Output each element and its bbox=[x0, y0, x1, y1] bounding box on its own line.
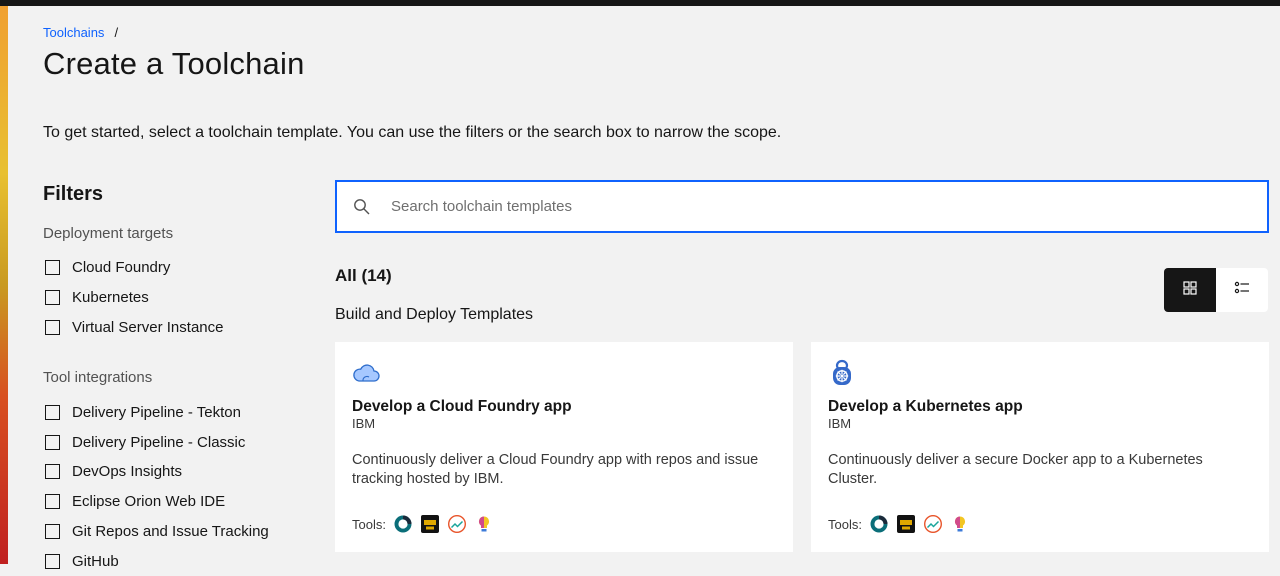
orion-ide-icon bbox=[420, 514, 440, 534]
left-edge-strip bbox=[0, 6, 8, 564]
card-tools: Tools: bbox=[352, 514, 494, 534]
filters-panel: Filters Deployment targets Cloud Foundry… bbox=[43, 183, 303, 576]
card-provider: IBM bbox=[828, 416, 852, 431]
page-intro: To get started, select a toolchain templ… bbox=[43, 124, 782, 141]
grid-view-icon bbox=[1182, 280, 1198, 301]
orion-ide-icon bbox=[896, 514, 916, 534]
filter-virtual-server-instance[interactable]: Virtual Server Instance bbox=[43, 313, 303, 343]
view-toggle bbox=[1164, 268, 1268, 312]
card-title[interactable]: Develop a Cloud Foundry app bbox=[352, 398, 572, 416]
kubernetes-icon bbox=[828, 359, 856, 387]
filters-heading: Filters bbox=[43, 183, 104, 205]
grid-view-button[interactable] bbox=[1164, 268, 1216, 312]
search-icon bbox=[353, 198, 371, 216]
filter-git-repos-issue-tracking[interactable]: Git Repos and Issue Tracking bbox=[43, 517, 303, 547]
tools-label: Tools: bbox=[828, 516, 862, 532]
card-provider: IBM bbox=[352, 416, 376, 431]
delivery-pipeline-icon bbox=[447, 514, 467, 534]
breadcrumb-toolchains-link[interactable]: Toolchains bbox=[43, 25, 104, 40]
filter-label: DevOps Insights bbox=[72, 463, 183, 481]
filter-eclipse-orion-web-ide[interactable]: Eclipse Orion Web IDE bbox=[43, 487, 303, 517]
tools-label: Tools: bbox=[352, 516, 386, 532]
breadcrumb-separator: / bbox=[114, 25, 119, 40]
card-title[interactable]: Develop a Kubernetes app bbox=[828, 398, 1023, 416]
cloud-foundry-checkbox[interactable] bbox=[45, 260, 60, 276]
filter-label: Delivery Pipeline - Classic bbox=[72, 433, 246, 451]
virtual-server-instance-checkbox[interactable] bbox=[45, 319, 60, 335]
git-repos-issue-tracking-checkbox[interactable] bbox=[45, 523, 60, 539]
filter-label: Eclipse Orion Web IDE bbox=[72, 493, 226, 511]
section-title: Build and Deploy Templates bbox=[335, 306, 534, 323]
tool-integrations-title: Tool integrations bbox=[43, 369, 153, 387]
cloud-foundry-icon bbox=[352, 359, 380, 387]
template-card-cloud-foundry[interactable]: Develop a Cloud Foundry app IBM Continuo… bbox=[335, 342, 793, 552]
git-repos-icon bbox=[869, 514, 889, 534]
filter-delivery-pipeline-tekton[interactable]: Delivery Pipeline - Tekton bbox=[43, 397, 303, 427]
filter-label: Cloud Foundry bbox=[72, 259, 171, 277]
breadcrumb: Toolchains / bbox=[43, 25, 118, 40]
delivery-pipeline-classic-checkbox[interactable] bbox=[45, 434, 60, 450]
git-repos-icon bbox=[393, 514, 413, 534]
filter-devops-insights[interactable]: DevOps Insights bbox=[43, 457, 303, 487]
devops-insights-checkbox[interactable] bbox=[45, 464, 60, 480]
kubernetes-checkbox[interactable] bbox=[45, 290, 60, 306]
filter-delivery-pipeline-classic[interactable]: Delivery Pipeline - Classic bbox=[43, 427, 303, 457]
devops-insights-icon bbox=[474, 514, 494, 534]
search-input[interactable] bbox=[389, 197, 1267, 216]
filter-cloud-foundry[interactable]: Cloud Foundry bbox=[43, 253, 303, 283]
delivery-pipeline-tekton-checkbox[interactable] bbox=[45, 404, 60, 420]
filter-kubernetes[interactable]: Kubernetes bbox=[43, 283, 303, 313]
page-title: Create a Toolchain bbox=[43, 46, 305, 81]
list-view-icon bbox=[1234, 280, 1250, 301]
devops-insights-icon bbox=[950, 514, 970, 534]
github-checkbox[interactable] bbox=[45, 553, 60, 569]
deployment-targets-title: Deployment targets bbox=[43, 225, 174, 242]
top-header-bar bbox=[0, 0, 1280, 6]
results-count: All (14) bbox=[335, 266, 392, 285]
list-view-button[interactable] bbox=[1216, 268, 1268, 312]
filter-label: Git Repos and Issue Tracking bbox=[72, 522, 269, 540]
card-description: Continuously deliver a Cloud Foundry app… bbox=[352, 452, 759, 487]
filter-label: Kubernetes bbox=[72, 289, 149, 307]
delivery-pipeline-icon bbox=[923, 514, 943, 534]
template-card-kubernetes[interactable]: Develop a Kubernetes app IBM Continuousl… bbox=[811, 342, 1269, 552]
eclipse-orion-web-ide-checkbox[interactable] bbox=[45, 494, 60, 510]
search-box[interactable] bbox=[335, 180, 1269, 233]
card-tools: Tools: bbox=[828, 514, 970, 534]
filter-github[interactable]: GitHub bbox=[43, 546, 303, 576]
card-description: Continuously deliver a secure Docker app… bbox=[828, 452, 1203, 487]
filter-label: Delivery Pipeline - Tekton bbox=[72, 403, 241, 421]
filter-label: Virtual Server Instance bbox=[72, 318, 224, 336]
filter-label: GitHub bbox=[72, 552, 119, 570]
